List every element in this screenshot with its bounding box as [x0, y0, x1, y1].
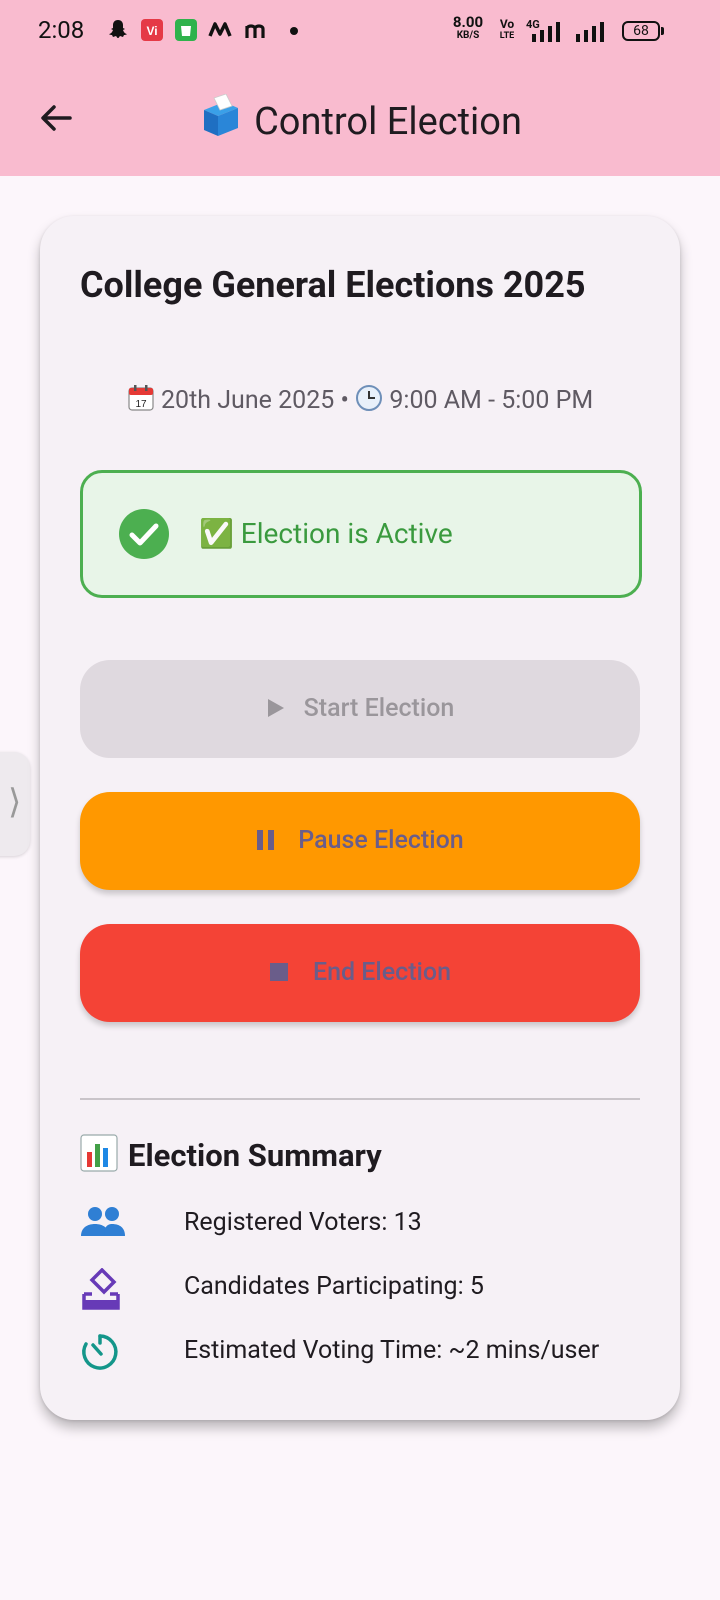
m-app-icon-2 [245, 24, 265, 38]
clock-icon [356, 385, 383, 411]
play-icon [267, 699, 284, 717]
check-circle-icon [119, 509, 169, 559]
divider [80, 1098, 640, 1100]
vi-app-icon: Vi [141, 19, 163, 41]
battery-level: 68 [633, 23, 649, 39]
ballot-icon [82, 1268, 120, 1310]
snapchat-icon [109, 20, 127, 38]
svg-text:17: 17 [135, 399, 147, 410]
summary-title-text: Election Summary [128, 1137, 382, 1174]
summary-voters-text: Registered Voters: 13 [184, 1208, 422, 1237]
summary-voting-time-text: Estimated Voting Time: ~2 mins/user [184, 1336, 600, 1365]
signal-strength-icon [532, 22, 560, 42]
chevron-right-icon: ⟩ [8, 782, 22, 822]
start-election-label: Start Election [303, 694, 455, 723]
people-icon [81, 1207, 125, 1236]
battery-tip [661, 27, 664, 35]
end-election-label: End Election [312, 958, 452, 987]
edge-panel-handle[interactable]: ⟩ [0, 752, 30, 856]
m-app-icon [208, 22, 232, 37]
status-time: 2:08 [38, 16, 85, 44]
start-election-button[interactable]: Start Election [80, 660, 640, 758]
app-bar: Control Election [0, 62, 720, 176]
bar-chart-icon [80, 1134, 118, 1172]
status-bar: 2:08 Vi 8.00 KB/S Vo LTE 4G 68 [0, 0, 720, 62]
pause-election-label: Pause Election [298, 826, 464, 855]
summary-heading: Election Summary [80, 1134, 382, 1174]
battery-icon: 68 [622, 21, 660, 41]
page-title-text: Control Election [254, 100, 522, 144]
timer-icon [82, 1334, 118, 1370]
separator-dot: • [340, 386, 349, 415]
shopping-app-icon [175, 19, 197, 41]
election-status-banner: ✅ Election is Active [80, 470, 642, 598]
signal-strength-icon-2 [576, 22, 604, 42]
dot-icon [290, 27, 298, 35]
net-speed: 8.00 KB/S [452, 13, 484, 42]
volte-indicator: Vo LTE [499, 17, 515, 41]
election-schedule: 17 20th June 2025 • 9:00 AM - 5:00 PM [40, 384, 680, 415]
calendar-icon: 17 [128, 385, 154, 411]
page-title: Control Election [0, 94, 720, 144]
pause-icon [257, 830, 275, 850]
election-status-text: ✅ Election is Active [199, 517, 453, 550]
stop-icon [269, 963, 288, 981]
ballot-box-icon [204, 94, 239, 136]
end-election-button[interactable]: End Election [80, 924, 640, 1022]
election-title: College General Elections 2025 [80, 264, 586, 306]
svg-text:Vi: Vi [146, 24, 157, 38]
election-date: 20th June 2025 [161, 386, 335, 415]
election-card: College General Elections 2025 17 20th J… [40, 216, 680, 1420]
election-time: 9:00 AM - 5:00 PM [389, 386, 594, 415]
summary-candidates-text: Candidates Participating: 5 [184, 1272, 484, 1301]
pause-election-button[interactable]: Pause Election [80, 792, 640, 890]
